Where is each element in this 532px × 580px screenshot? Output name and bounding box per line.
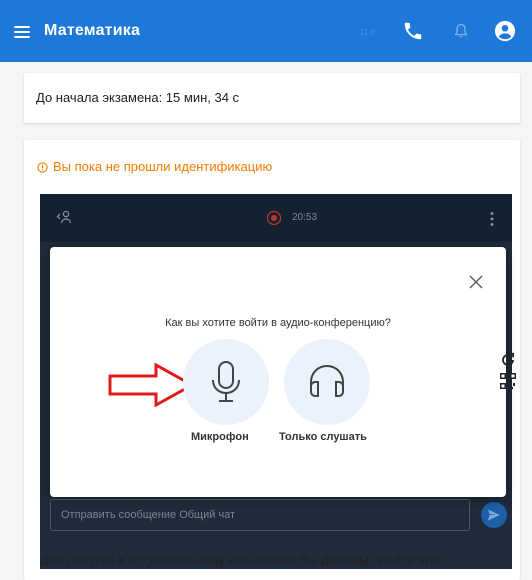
admission-instructions: Для допуска к вступительному испытанию В… [40,552,445,567]
listen-only-label[interactable]: Только слушать [279,431,367,443]
conference-toolbar: 20:53 [40,194,512,242]
listen-only-button[interactable] [284,339,370,425]
send-message-button[interactable] [481,502,507,528]
identification-warning: Вы пока не прошли идентификацию [37,159,272,176]
alert-circle-icon [37,161,48,176]
record-icon[interactable] [266,210,282,231]
microphone-icon [212,361,240,402]
send-icon [488,509,500,521]
qr-code-icon[interactable] [500,373,516,394]
page-title: Математика [44,22,141,39]
exam-countdown: До начала экзамена: 15 мин, 34 с [36,90,240,105]
chat-message-input[interactable]: Отправить сообщение Общий чат [50,499,470,531]
audio-join-dialog: Как вы хотите войти в аудио-конференцию?… [50,247,506,497]
microphone-label[interactable]: Микрофон [191,431,249,443]
exam-timer-card: До начала экзамена: 15 мин, 34 с [24,73,520,123]
microphone-button[interactable] [183,339,269,425]
refresh-icon[interactable] [500,352,516,373]
user-list-icon[interactable] [56,210,72,229]
recording-time: 20:53 [292,212,318,223]
more-options-icon[interactable] [489,211,495,232]
dialog-question: Как вы хотите войти в аудио-конференцию? [165,317,391,329]
bell-icon[interactable] [454,23,468,44]
red-arrow-annotation [108,363,194,407]
warning-text: Вы пока не прошли идентификацию [53,159,273,174]
version-label: 11.8 [360,28,375,37]
headphones-icon [310,364,344,397]
app-bar: Математика 11.8 [0,0,532,62]
menu-icon[interactable] [14,20,32,42]
close-icon[interactable] [469,275,483,294]
account-icon[interactable] [494,20,516,47]
phone-icon[interactable] [402,20,424,47]
